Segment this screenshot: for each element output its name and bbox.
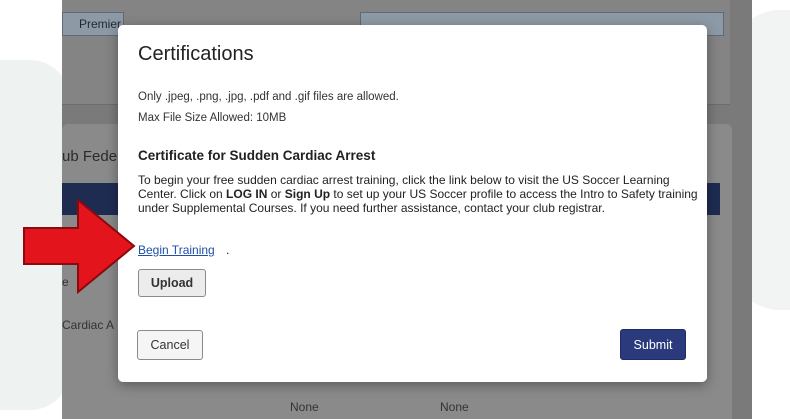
red-arrow-icon	[23, 197, 136, 295]
link-suffix-period: .	[226, 243, 230, 257]
background-club-label: ub Fede	[62, 148, 118, 165]
begin-training-link[interactable]: Begin Training	[138, 243, 215, 257]
red-arrow-shape	[23, 197, 136, 295]
background-cell-none-2: None	[440, 400, 469, 414]
upload-button[interactable]: Upload	[138, 269, 206, 297]
training-description: To begin your free sudden cardiac arrest…	[138, 173, 698, 215]
modal-title: Certifications	[138, 43, 254, 65]
description-login-bold: LOG IN	[226, 187, 268, 201]
submit-button[interactable]: Submit	[620, 329, 686, 360]
certifications-modal: Certifications Only .jpeg, .png, .jpg, .…	[118, 25, 707, 382]
description-or: or	[267, 187, 285, 201]
max-file-size-text: Max File Size Allowed: 10MB	[138, 112, 287, 124]
background-cell-none-1: None	[290, 400, 319, 414]
certificate-subtitle: Certificate for Sudden Cardiac Arrest	[138, 148, 376, 163]
background-tab-premier: Premier	[62, 12, 124, 36]
background-row-cardiac: Cardiac A	[62, 318, 115, 332]
cancel-button[interactable]: Cancel	[137, 330, 203, 360]
description-signup-bold: Sign Up	[284, 187, 331, 201]
allowed-file-types-text: Only .jpeg, .png, .jpg, .pdf and .gif fi…	[138, 91, 399, 103]
